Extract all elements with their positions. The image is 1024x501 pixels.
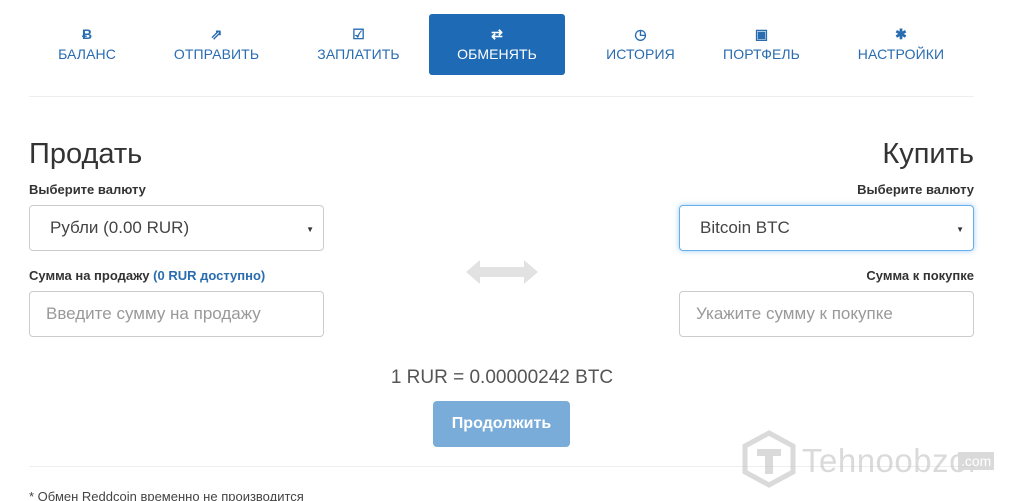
buy-amount-input[interactable] — [679, 291, 974, 337]
exchange-rate: 1 RUR = 0.00000242 BTC — [390, 367, 614, 388]
tab-send[interactable]: ⇗ ОТПРАВИТЬ — [158, 14, 275, 75]
sell-currency-select[interactable]: Рубли (0.00 RUR) ▼ — [29, 205, 324, 251]
available-balance: (0 RUR доступно) — [153, 268, 266, 283]
buy-amount-label: Сумма к покупке — [866, 268, 974, 283]
sell-amount-label: Сумма на продажу (0 RUR доступно) — [29, 268, 265, 283]
buy-currency-select[interactable]: Bitcoin BTC ▼ — [679, 205, 974, 251]
caret-down-icon: ▼ — [306, 225, 314, 234]
watermark: Tehnoobzor .com — [740, 430, 1010, 490]
buy-currency-label: Выберите валюту — [857, 182, 974, 197]
tab-exchange[interactable]: ⇄ ОБМЕНЯТЬ — [429, 14, 565, 75]
nav-divider — [29, 96, 974, 97]
tab-history-label: ИСТОРИЯ — [606, 46, 675, 62]
main-nav: Ƀ БАЛАНС ⇗ ОТПРАВИТЬ ☑ ЗАПЛАТИТЬ ⇄ ОБМЕН… — [29, 14, 974, 76]
check-square-icon: ☑ — [352, 26, 365, 42]
tab-balance-label: БАЛАНС — [58, 46, 116, 62]
sell-currency-value: Рубли (0.00 RUR) — [50, 218, 190, 237]
swap-arrows-icon — [466, 260, 538, 284]
sell-amount-label-text: Сумма на продажу — [29, 268, 150, 283]
watermark-logo-icon — [742, 430, 796, 488]
buy-currency-value: Bitcoin BTC — [700, 218, 790, 237]
footnote: * Обмен Reddcoin временно не производитс… — [29, 489, 304, 501]
tab-pay[interactable]: ☑ ЗАПЛАТИТЬ — [300, 14, 417, 75]
tab-exchange-label: ОБМЕНЯТЬ — [457, 46, 537, 62]
sell-currency-label: Выберите валюту — [29, 182, 146, 197]
tab-settings[interactable]: ✱ НАСТРОЙКИ — [842, 14, 960, 75]
watermark-text: Tehnoobzor — [802, 442, 980, 479]
buy-title: Купить — [882, 138, 974, 170]
tab-history[interactable]: ◷ ИСТОРИЯ — [582, 14, 699, 75]
tab-portfolio[interactable]: ▣ ПОРТФЕЛЬ — [703, 14, 820, 75]
tab-portfolio-label: ПОРТФЕЛЬ — [723, 46, 800, 62]
briefcase-icon: ▣ — [754, 26, 769, 42]
continue-button[interactable]: Продолжить — [433, 401, 570, 447]
clock-icon: ◷ — [634, 26, 647, 42]
tab-balance[interactable]: Ƀ БАЛАНС — [29, 14, 145, 75]
sell-amount-input[interactable] — [29, 291, 324, 337]
gear-icon: ✱ — [895, 26, 907, 42]
tab-send-label: ОТПРАВИТЬ — [173, 46, 260, 62]
tab-pay-label: ЗАПЛАТИТЬ — [317, 46, 400, 62]
tab-settings-label: НАСТРОЙКИ — [857, 46, 945, 62]
bitcoin-icon: Ƀ — [81, 26, 93, 42]
exchange-icon: ⇄ — [491, 26, 503, 42]
caret-down-icon: ▼ — [956, 225, 964, 234]
watermark-suffix: .com — [958, 452, 995, 470]
sell-title: Продать — [29, 138, 143, 170]
send-icon: ⇗ — [210, 26, 223, 42]
